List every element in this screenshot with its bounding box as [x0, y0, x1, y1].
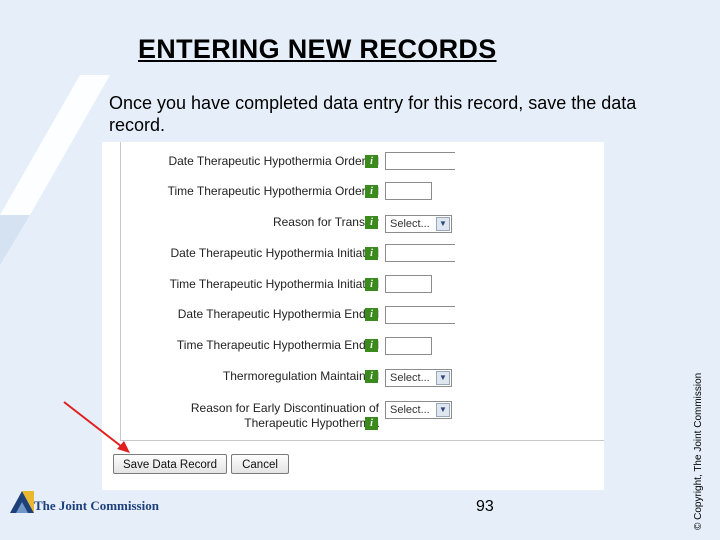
- time-ended-input[interactable]: [385, 337, 432, 355]
- info-icon[interactable]: i: [365, 417, 378, 430]
- field-label: Therapeutic Hypothermia: [244, 416, 379, 430]
- early-discontinuation-select[interactable]: Select... ▼: [385, 401, 452, 419]
- field-label: Date Therapeutic Hypothermia Ordered: [168, 154, 379, 168]
- cancel-button[interactable]: Cancel: [231, 454, 289, 474]
- logo-text: The Joint Commission: [34, 498, 159, 513]
- chevron-down-icon: ▼: [436, 403, 450, 417]
- date-initiated-input[interactable]: [385, 244, 455, 262]
- copyright-notice: © Copyright, The Joint Commission: [693, 372, 704, 530]
- chevron-down-icon: ▼: [436, 371, 450, 385]
- field-label: Reason for Transfer: [272, 215, 379, 229]
- date-ended-input[interactable]: [385, 306, 455, 324]
- field-label: Time Therapeutic Hypothermia Initiated: [169, 277, 379, 291]
- field-label: Reason for Early Discontinuation of: [190, 401, 379, 415]
- chevron-down-icon: ▼: [436, 217, 450, 231]
- select-value: Select...: [390, 218, 430, 230]
- info-icon[interactable]: i: [365, 278, 378, 291]
- reason-transfer-select[interactable]: Select... ▼: [385, 215, 452, 233]
- info-icon[interactable]: i: [365, 155, 378, 168]
- date-ordered-input[interactable]: [385, 152, 455, 170]
- info-icon[interactable]: i: [365, 247, 378, 260]
- thermoregulation-select[interactable]: Select... ▼: [385, 369, 452, 387]
- field-label: Date Therapeutic Hypothermia Initiated: [170, 246, 379, 260]
- info-icon[interactable]: i: [365, 339, 378, 352]
- select-value: Select...: [390, 404, 430, 416]
- info-icon[interactable]: i: [365, 370, 378, 383]
- field-label: Date Therapeutic Hypothermia Ended: [177, 307, 379, 321]
- info-icon[interactable]: i: [365, 216, 378, 229]
- slide-instruction: Once you have completed data entry for t…: [109, 93, 637, 135]
- info-icon[interactable]: i: [365, 185, 378, 198]
- time-ordered-input[interactable]: [385, 182, 432, 200]
- field-label: Time Therapeutic Hypothermia Ended: [176, 338, 379, 352]
- info-icon[interactable]: i: [365, 308, 378, 321]
- form-screenshot: Date Therapeutic Hypothermia Ordered i T…: [102, 142, 604, 490]
- slide-title: ENTERING NEW RECORDS: [138, 34, 497, 64]
- page-number: 93: [476, 498, 494, 515]
- field-label: Thermoregulation Maintained: [222, 369, 379, 383]
- select-value: Select...: [390, 372, 430, 384]
- pointer-arrow-icon: [63, 401, 130, 453]
- time-initiated-input[interactable]: [385, 275, 432, 293]
- field-label: Time Therapeutic Hypothermia Ordered: [167, 184, 379, 198]
- form-panel: Date Therapeutic Hypothermia Ordered i T…: [120, 142, 604, 441]
